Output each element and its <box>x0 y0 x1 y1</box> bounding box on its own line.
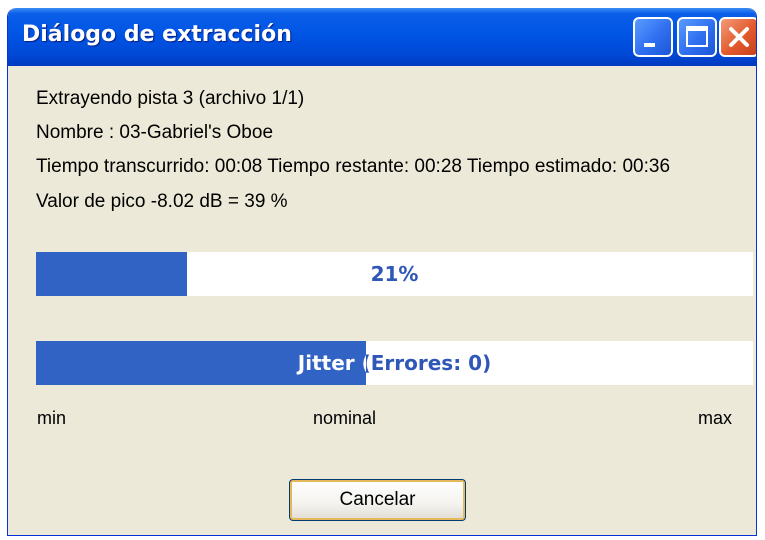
jitter-label-overlay: Jitter (Errores: 0) <box>297 351 366 375</box>
time-info-text: Tiempo transcurrido: 00:08 Tiempo restan… <box>36 156 671 177</box>
extraction-progress-bar: 21% 21% <box>36 252 753 296</box>
track-name-text: Nombre : 03-Gabriel's Oboe <box>36 122 274 143</box>
dialog-body: Extrayendo pista 3 (archivo 1/1) Nombre … <box>8 66 756 535</box>
peak-value-text: Valor de pico -8.02 dB = 39 % <box>36 191 288 212</box>
minimize-button[interactable] <box>633 17 673 57</box>
cancel-button[interactable]: Cancelar <box>289 479 466 521</box>
scale-max-label: max <box>698 408 733 428</box>
maximize-button[interactable] <box>677 17 717 57</box>
extraction-dialog: Diálogo de extracción Extrayendo pista 3… <box>7 8 757 536</box>
window-title: Diálogo de extracción <box>22 22 292 47</box>
progress-label-overlay: 21% <box>36 252 187 296</box>
jitter-bar: Jitter (Errores: 0) Jitter (Errores: 0) <box>36 341 753 385</box>
scale-min-label: min <box>37 408 67 428</box>
track-status-text: Extrayendo pista 3 (archivo 1/1) <box>36 88 305 109</box>
close-button[interactable] <box>719 17 756 57</box>
title-bar[interactable]: Diálogo de extracción <box>8 8 756 66</box>
scale-nominal-label: nominal <box>313 408 377 428</box>
